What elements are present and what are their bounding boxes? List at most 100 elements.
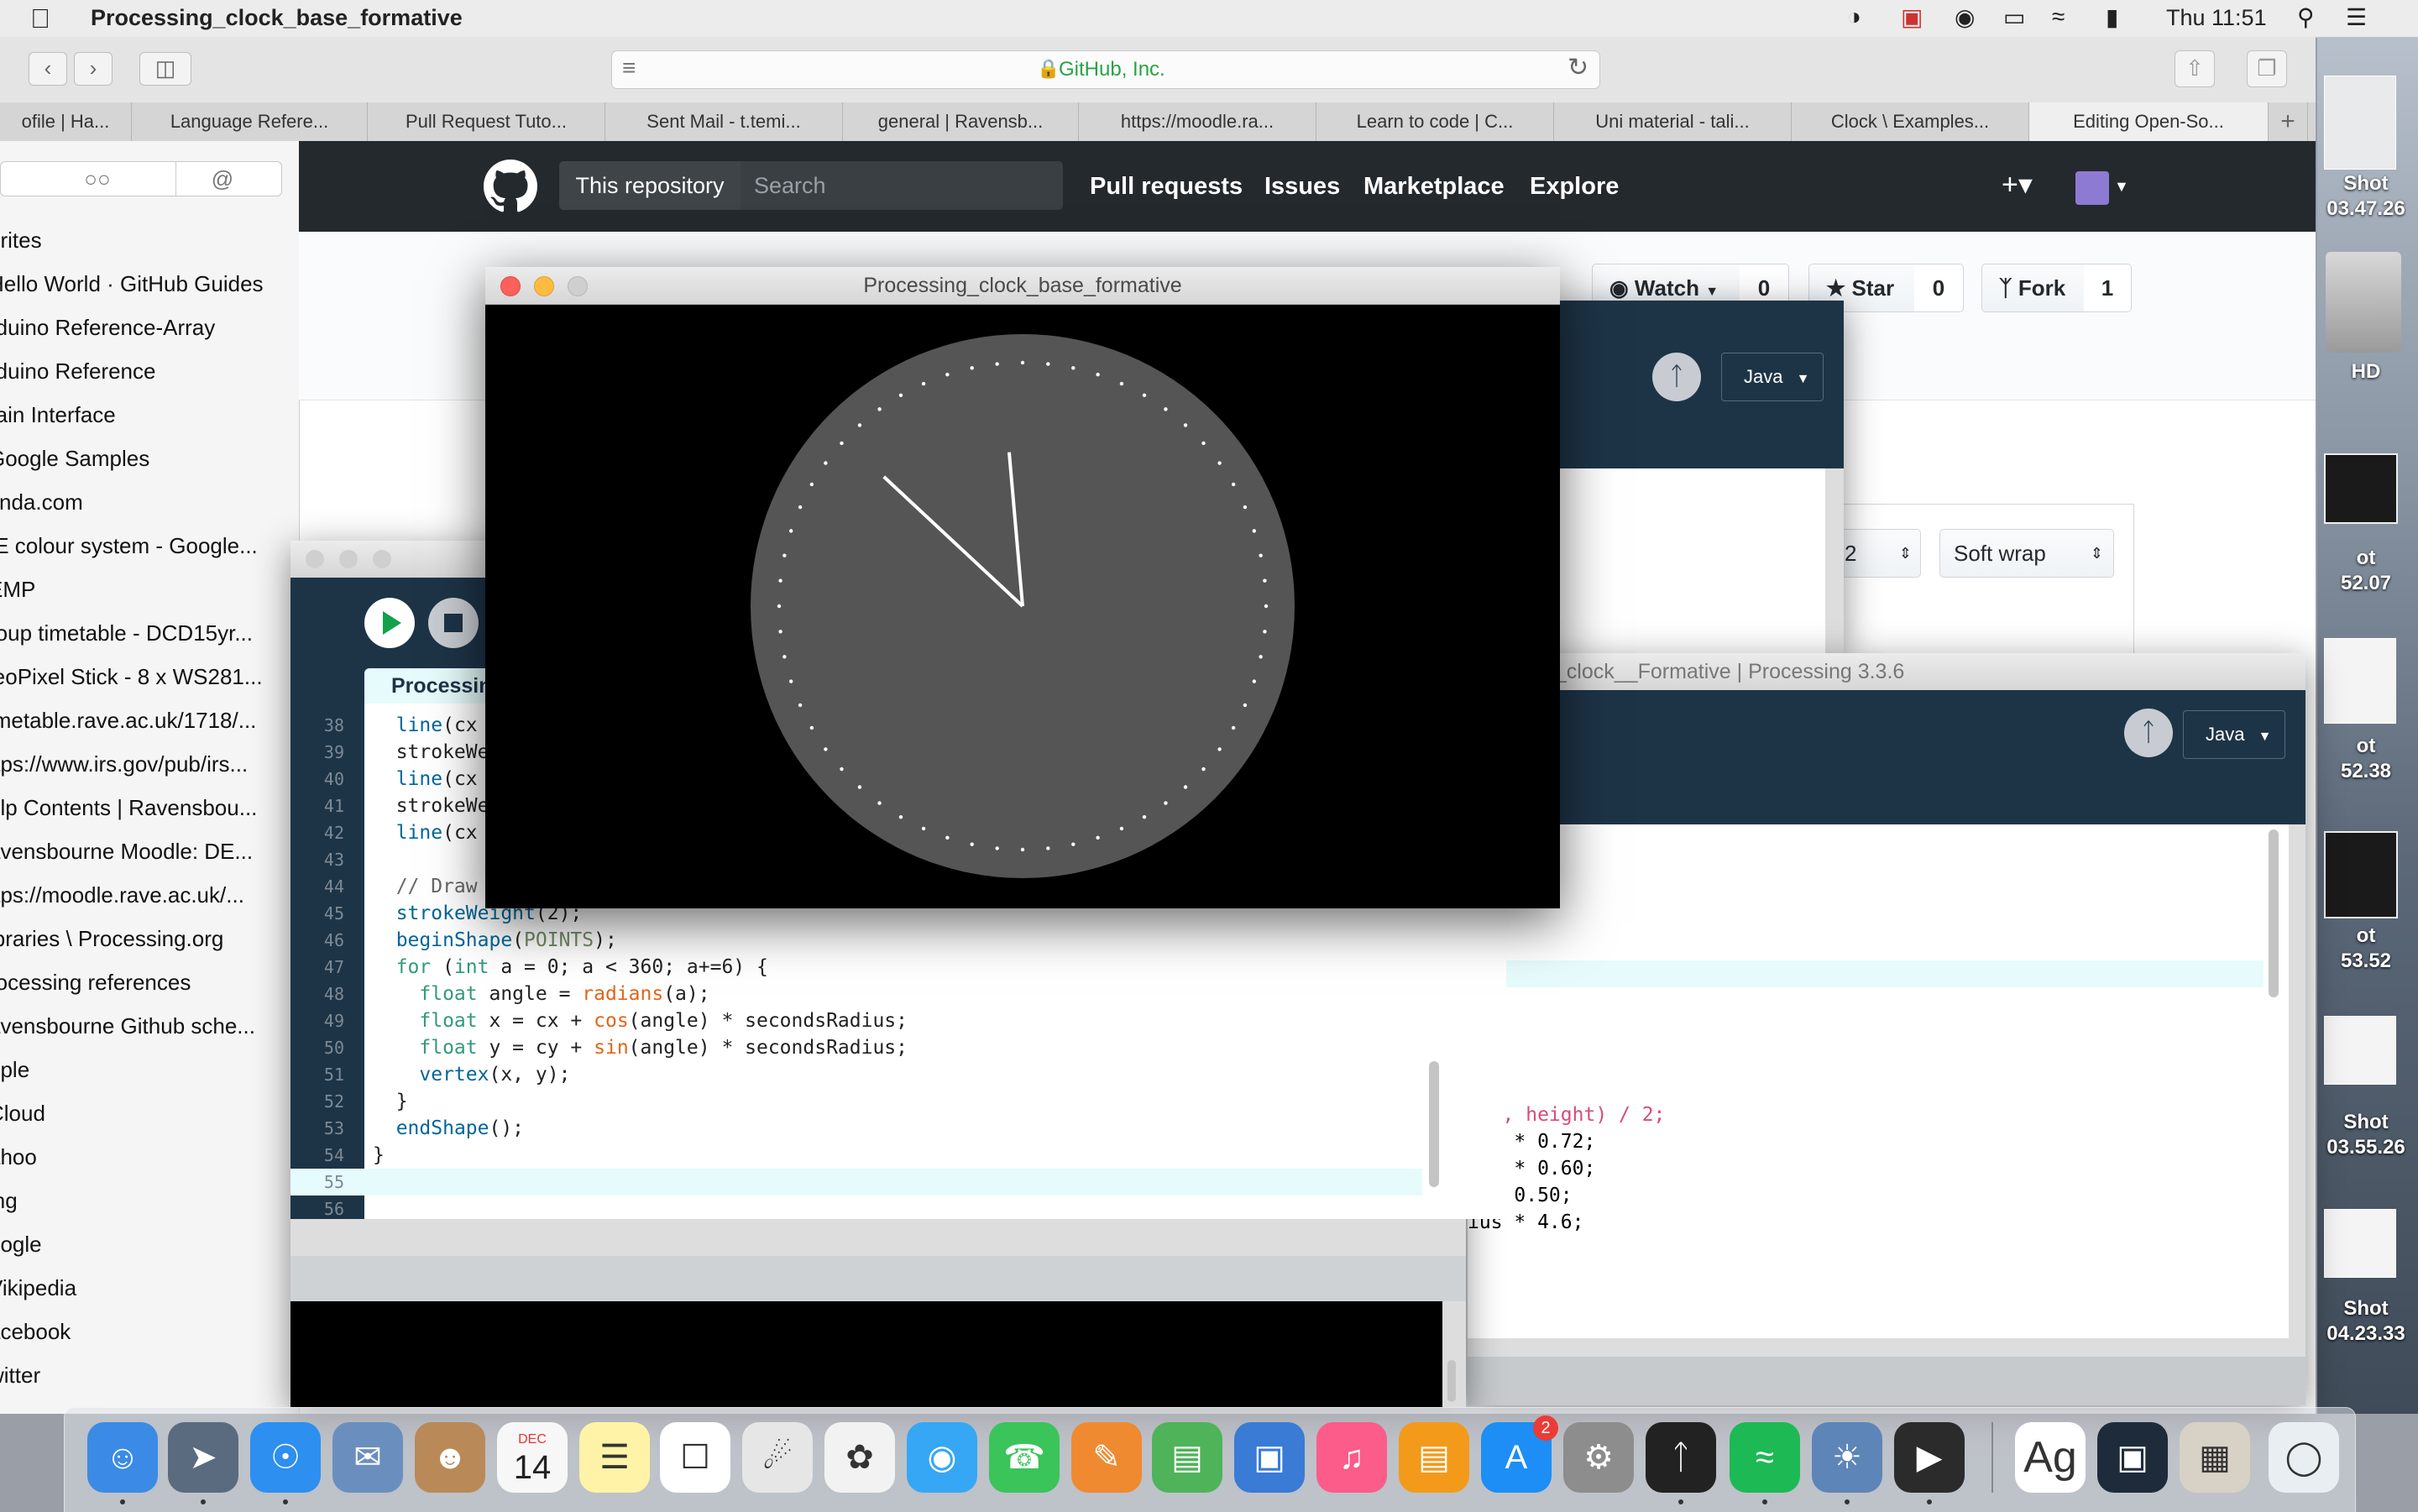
bookmark-item[interactable]: avensbourne Moodle: DE... xyxy=(0,829,253,873)
shared-links-icon[interactable]: @ xyxy=(175,162,269,196)
notes-icon[interactable]: ☰ xyxy=(579,1422,650,1493)
processing-icon[interactable]: ᛏ xyxy=(1646,1422,1716,1493)
bookmark-item[interactable]: imetable.rave.ac.uk/1718/... xyxy=(0,698,256,742)
wifi-icon[interactable]: ≈ xyxy=(2052,3,2065,30)
photos-icon[interactable]: ✿ xyxy=(824,1422,895,1493)
creative-cloud-icon[interactable]: ◑ xyxy=(1847,3,1861,30)
screenshot-thumbnail[interactable] xyxy=(2324,1016,2396,1085)
screenshot-icon[interactable]: ▣ xyxy=(2097,1422,2168,1493)
numbers-icon[interactable]: ▤ xyxy=(1152,1422,1222,1493)
close-button[interactable] xyxy=(306,550,324,568)
adobe-icon[interactable]: ▣ xyxy=(1901,3,1923,31)
spotlight-icon[interactable]: ⚲ xyxy=(2297,3,2315,31)
finder-icon[interactable]: ☺ xyxy=(87,1422,158,1493)
bookmark-item[interactable]: witter xyxy=(0,1353,40,1397)
vertical-scrollbar[interactable] xyxy=(2269,829,2279,997)
bookmark-item[interactable]: rain Interface xyxy=(0,393,116,437)
bookmark-item[interactable]: acebook xyxy=(0,1310,71,1353)
tab[interactable]: ofile | Ha... xyxy=(0,102,132,141)
tab-active[interactable]: Editing Open-So... xyxy=(2029,102,2269,141)
bookmark-item[interactable]: orites xyxy=(0,218,42,262)
screenshot-thumbnail[interactable] xyxy=(2324,831,2398,918)
github-logo-icon[interactable] xyxy=(484,160,537,213)
messages-icon[interactable]: ◉ xyxy=(907,1422,977,1493)
back-button[interactable]: ‹ xyxy=(29,52,67,86)
tab[interactable]: Language Refere... xyxy=(132,102,368,141)
reading-list-icon[interactable]: ○○ xyxy=(51,162,144,196)
bookmark-item[interactable]: Hello World · GitHub Guides xyxy=(0,262,264,306)
desktop-file-label[interactable]: Shot 03.47.26 xyxy=(2316,171,2416,222)
fork-button[interactable]: ᛉ Fork xyxy=(1981,264,2086,312)
avatar[interactable] xyxy=(2075,171,2109,205)
battery-icon[interactable]: ▮ xyxy=(2106,3,2118,31)
bookmark-item[interactable]: rduino Reference xyxy=(0,349,155,393)
facetime-icon[interactable]: ☎ xyxy=(989,1422,1060,1493)
nav-marketplace[interactable]: Marketplace xyxy=(1363,173,1505,201)
safari-icon[interactable]: ☉ xyxy=(250,1422,321,1493)
sketch-window[interactable]: Processing_clock_base_formative xyxy=(485,267,1560,908)
screenshot-thumbnail[interactable] xyxy=(2324,1209,2396,1278)
desktop-file-label[interactable]: ot 53.52 xyxy=(2316,923,2416,974)
bookmark-item[interactable]: ing xyxy=(0,1179,18,1222)
console[interactable] xyxy=(290,1301,1442,1407)
tab[interactable]: Learn to code | C... xyxy=(1316,102,1554,141)
itunes-icon[interactable]: ♫ xyxy=(1316,1422,1387,1493)
bookmark-item[interactable]: ttps://moodle.rave.ac.uk/... xyxy=(0,873,244,917)
airplay-icon[interactable]: ▭ xyxy=(2003,3,2025,31)
preview-icon[interactable]: ☄ xyxy=(742,1422,813,1493)
code-editor[interactable]: dth, height) / 2; ius * 0.72; ius * 0.60… xyxy=(1468,824,2289,1338)
star-count[interactable]: 0 xyxy=(1914,264,1964,312)
desktop-file-label[interactable]: Shot 03.55.26 xyxy=(2316,1110,2416,1160)
mode-selector[interactable]: Java ▼ xyxy=(1721,353,1824,401)
hard-drive-icon[interactable] xyxy=(2326,252,2401,353)
new-tab-button[interactable]: + xyxy=(2269,102,2308,141)
debug-icon[interactable]: ᛏ xyxy=(1652,353,1701,401)
mode-selector[interactable]: Java ▼ xyxy=(2183,710,2285,759)
backup-icon[interactable]: ◉ xyxy=(1955,3,1975,31)
bookmark-item[interactable]: ynda.com xyxy=(0,480,83,524)
minimize-button[interactable] xyxy=(339,550,358,568)
tab[interactable]: Clock \ Examples... xyxy=(1792,102,2029,141)
contacts-icon[interactable]: ☻ xyxy=(415,1422,485,1493)
bookmark-item[interactable]: oogle xyxy=(0,1222,42,1266)
font-book-icon[interactable]: Ag xyxy=(2015,1422,2086,1493)
run-button[interactable] xyxy=(364,598,415,648)
bookmark-item[interactable]: ibraries \ Processing.org xyxy=(0,917,223,960)
bookmark-item[interactable]: ttps://www.irs.gov/pub/irs... xyxy=(0,742,248,786)
nav-issues[interactable]: Issues xyxy=(1264,173,1340,201)
app-store-icon[interactable]: A2 xyxy=(1481,1415,1558,1493)
active-app-name[interactable]: Processing_clock_base_formative xyxy=(91,5,463,31)
desktop-file-label[interactable]: Shot 04.23.33 xyxy=(2316,1296,2416,1347)
screenshot-thumbnail[interactable] xyxy=(2324,76,2396,170)
screenshot-thumbnail[interactable] xyxy=(2324,453,2398,524)
address-bar[interactable]: ≡ 🔒 GitHub, Inc. ↻ xyxy=(611,50,1600,89)
tab[interactable]: Uni material - tali... xyxy=(1554,102,1792,141)
desktop-file-label[interactable]: ot 52.07 xyxy=(2316,546,2416,596)
quicktime-icon[interactable]: ▶ xyxy=(1894,1422,1965,1493)
indent-size-select[interactable]: 2 ⇕ xyxy=(1839,529,1921,578)
tab-overview-button[interactable]: ❐ xyxy=(2247,50,2287,87)
bookmark-item[interactable]: rocessing references xyxy=(0,960,191,1004)
tab[interactable]: Pull Request Tuto... xyxy=(368,102,605,141)
desktop-file-label[interactable]: ot 52.38 xyxy=(2316,734,2416,784)
nav-pull-requests[interactable]: Pull requests xyxy=(1090,173,1243,201)
reload-icon[interactable]: ↻ xyxy=(1568,53,1588,82)
bookmark-item[interactable]: leoPixel Stick - 8 x WS281... xyxy=(0,655,263,698)
stop-button[interactable] xyxy=(428,598,479,648)
screenshot-thumbnail[interactable] xyxy=(2324,638,2396,724)
spotify-icon[interactable]: ≈ xyxy=(1730,1422,1800,1493)
ibooks-icon[interactable]: ▤ xyxy=(1399,1422,1469,1493)
bookmark-item[interactable]: ahoo xyxy=(0,1135,37,1179)
bookmark-item[interactable]: pple xyxy=(0,1048,29,1091)
bookmark-item[interactable]: roup timetable - DCD15yr... xyxy=(0,611,253,655)
zoom-button[interactable] xyxy=(373,550,391,568)
tab[interactable]: Sent Mail - t.temi... xyxy=(605,102,843,141)
keynote-icon[interactable]: ▣ xyxy=(1234,1422,1305,1493)
iphoto-icon[interactable]: ☀ xyxy=(1812,1422,1882,1493)
reader-icon[interactable]: ≡ xyxy=(622,55,636,81)
bookmark-item[interactable]: EMP xyxy=(0,568,35,611)
wrap-mode-select[interactable]: Soft wrap ⇕ xyxy=(1939,529,2114,578)
bookmark-item[interactable]: IE colour system - Google... xyxy=(0,524,258,568)
bookmark-item[interactable]: avensbourne Github sche... xyxy=(0,1004,255,1048)
mail-icon[interactable]: ✉ xyxy=(332,1422,403,1493)
